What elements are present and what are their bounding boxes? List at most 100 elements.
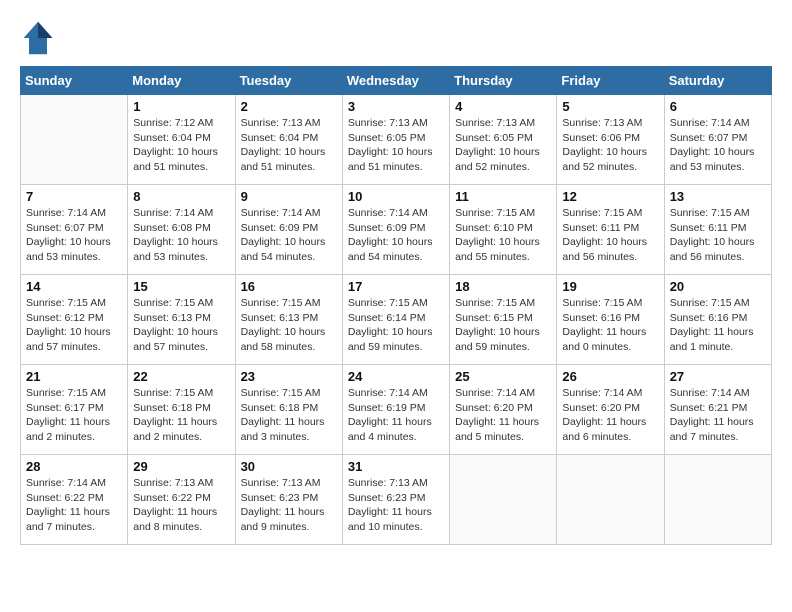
- day-info: Sunrise: 7:13 AM Sunset: 6:23 PM Dayligh…: [241, 476, 337, 535]
- day-info: Sunrise: 7:15 AM Sunset: 6:16 PM Dayligh…: [670, 296, 766, 355]
- day-number: 9: [241, 189, 337, 204]
- calendar-cell: 6 Sunrise: 7:14 AM Sunset: 6:07 PM Daylig…: [664, 95, 771, 185]
- day-info: Sunrise: 7:15 AM Sunset: 6:14 PM Dayligh…: [348, 296, 444, 355]
- calendar-cell: 13Sunrise: 7:15 AM Sunset: 6:11 PM Dayli…: [664, 185, 771, 275]
- day-number: 14: [26, 279, 122, 294]
- calendar-cell: 24 Sunrise: 7:14 AM Sunset: 6:19 PM Dayli…: [342, 365, 449, 455]
- week-row-2: 7 Sunrise: 7:14 AM Sunset: 6:07 PM Daylig…: [21, 185, 772, 275]
- calendar-cell: 7 Sunrise: 7:14 AM Sunset: 6:07 PM Daylig…: [21, 185, 128, 275]
- day-info: Sunrise: 7:14 AM Sunset: 6:21 PM Dayligh…: [670, 386, 766, 445]
- day-info: Sunrise: 7:15 AM Sunset: 6:17 PM Dayligh…: [26, 386, 122, 445]
- calendar-cell: 28 Sunrise: 7:14 AM Sunset: 6:22 PM Dayli…: [21, 455, 128, 545]
- day-info: Sunrise: 7:15 AM Sunset: 6:16 PM Dayligh…: [562, 296, 658, 355]
- calendar-cell: 22Sunrise: 7:15 AM Sunset: 6:18 PM Dayli…: [128, 365, 235, 455]
- calendar-cell: 9 Sunrise: 7:14 AM Sunset: 6:09 PM Daylig…: [235, 185, 342, 275]
- weekday-header-saturday: Saturday: [664, 67, 771, 95]
- calendar-cell: 30 Sunrise: 7:13 AM Sunset: 6:23 PM Dayli…: [235, 455, 342, 545]
- calendar-cell: 26 Sunrise: 7:14 AM Sunset: 6:20 PM Dayli…: [557, 365, 664, 455]
- calendar-cell: 16 Sunrise: 7:15 AM Sunset: 6:13 PM Dayli…: [235, 275, 342, 365]
- calendar-cell: 20Sunrise: 7:15 AM Sunset: 6:16 PM Dayli…: [664, 275, 771, 365]
- day-info: Sunrise: 7:14 AM Sunset: 6:07 PM Dayligh…: [26, 206, 122, 265]
- day-number: 5: [562, 99, 658, 114]
- day-info: Sunrise: 7:15 AM Sunset: 6:15 PM Dayligh…: [455, 296, 551, 355]
- calendar-cell: 8Sunrise: 7:14 AM Sunset: 6:08 PM Daylig…: [128, 185, 235, 275]
- day-number: 31: [348, 459, 444, 474]
- weekday-header-tuesday: Tuesday: [235, 67, 342, 95]
- day-info: Sunrise: 7:13 AM Sunset: 6:22 PM Dayligh…: [133, 476, 229, 535]
- week-row-3: 14Sunrise: 7:15 AM Sunset: 6:12 PM Dayli…: [21, 275, 772, 365]
- day-number: 3: [348, 99, 444, 114]
- day-number: 19: [562, 279, 658, 294]
- day-info: Sunrise: 7:13 AM Sunset: 6:05 PM Dayligh…: [348, 116, 444, 175]
- day-info: Sunrise: 7:14 AM Sunset: 6:07 PM Dayligh…: [670, 116, 766, 175]
- day-info: Sunrise: 7:15 AM Sunset: 6:13 PM Dayligh…: [133, 296, 229, 355]
- day-number: 16: [241, 279, 337, 294]
- weekday-header-friday: Friday: [557, 67, 664, 95]
- calendar-cell: [450, 455, 557, 545]
- day-info: Sunrise: 7:15 AM Sunset: 6:13 PM Dayligh…: [241, 296, 337, 355]
- day-info: Sunrise: 7:12 AM Sunset: 6:04 PM Dayligh…: [133, 116, 229, 175]
- calendar-cell: 23 Sunrise: 7:15 AM Sunset: 6:18 PM Dayli…: [235, 365, 342, 455]
- day-number: 17: [348, 279, 444, 294]
- calendar-cell: 27 Sunrise: 7:14 AM Sunset: 6:21 PM Dayli…: [664, 365, 771, 455]
- day-number: 1: [133, 99, 229, 114]
- day-info: Sunrise: 7:14 AM Sunset: 6:20 PM Dayligh…: [455, 386, 551, 445]
- day-info: Sunrise: 7:15 AM Sunset: 6:18 PM Dayligh…: [241, 386, 337, 445]
- day-number: 15: [133, 279, 229, 294]
- week-row-4: 21Sunrise: 7:15 AM Sunset: 6:17 PM Dayli…: [21, 365, 772, 455]
- day-info: Sunrise: 7:14 AM Sunset: 6:09 PM Dayligh…: [348, 206, 444, 265]
- calendar-cell: 3 Sunrise: 7:13 AM Sunset: 6:05 PM Daylig…: [342, 95, 449, 185]
- day-number: 27: [670, 369, 766, 384]
- day-number: 26: [562, 369, 658, 384]
- day-number: 24: [348, 369, 444, 384]
- calendar-cell: 12 Sunrise: 7:15 AM Sunset: 6:11 PM Dayli…: [557, 185, 664, 275]
- weekday-header-sunday: Sunday: [21, 67, 128, 95]
- weekday-header-thursday: Thursday: [450, 67, 557, 95]
- day-number: 30: [241, 459, 337, 474]
- calendar-cell: 11Sunrise: 7:15 AM Sunset: 6:10 PM Dayli…: [450, 185, 557, 275]
- day-info: Sunrise: 7:13 AM Sunset: 6:04 PM Dayligh…: [241, 116, 337, 175]
- day-info: Sunrise: 7:14 AM Sunset: 6:22 PM Dayligh…: [26, 476, 122, 535]
- day-info: Sunrise: 7:14 AM Sunset: 6:09 PM Dayligh…: [241, 206, 337, 265]
- day-number: 13: [670, 189, 766, 204]
- weekday-header-row: SundayMondayTuesdayWednesdayThursdayFrid…: [21, 67, 772, 95]
- week-row-1: 1 Sunrise: 7:12 AM Sunset: 6:04 PM Daylig…: [21, 95, 772, 185]
- day-number: 28: [26, 459, 122, 474]
- day-info: Sunrise: 7:14 AM Sunset: 6:20 PM Dayligh…: [562, 386, 658, 445]
- weekday-header-monday: Monday: [128, 67, 235, 95]
- calendar-cell: 19 Sunrise: 7:15 AM Sunset: 6:16 PM Dayli…: [557, 275, 664, 365]
- day-info: Sunrise: 7:14 AM Sunset: 6:19 PM Dayligh…: [348, 386, 444, 445]
- calendar-cell: [664, 455, 771, 545]
- calendar-cell: 29 Sunrise: 7:13 AM Sunset: 6:22 PM Dayli…: [128, 455, 235, 545]
- day-number: 23: [241, 369, 337, 384]
- day-number: 25: [455, 369, 551, 384]
- day-info: Sunrise: 7:13 AM Sunset: 6:23 PM Dayligh…: [348, 476, 444, 535]
- calendar-cell: 10 Sunrise: 7:14 AM Sunset: 6:09 PM Dayli…: [342, 185, 449, 275]
- calendar-cell: 18Sunrise: 7:15 AM Sunset: 6:15 PM Dayli…: [450, 275, 557, 365]
- day-number: 10: [348, 189, 444, 204]
- day-info: Sunrise: 7:13 AM Sunset: 6:06 PM Dayligh…: [562, 116, 658, 175]
- day-info: Sunrise: 7:13 AM Sunset: 6:05 PM Dayligh…: [455, 116, 551, 175]
- calendar-cell: 21Sunrise: 7:15 AM Sunset: 6:17 PM Dayli…: [21, 365, 128, 455]
- weekday-header-wednesday: Wednesday: [342, 67, 449, 95]
- calendar-cell: 17 Sunrise: 7:15 AM Sunset: 6:14 PM Dayli…: [342, 275, 449, 365]
- calendar-cell: 1 Sunrise: 7:12 AM Sunset: 6:04 PM Daylig…: [128, 95, 235, 185]
- calendar-cell: 15 Sunrise: 7:15 AM Sunset: 6:13 PM Dayli…: [128, 275, 235, 365]
- calendar-cell: 31 Sunrise: 7:13 AM Sunset: 6:23 PM Dayli…: [342, 455, 449, 545]
- day-number: 22: [133, 369, 229, 384]
- day-info: Sunrise: 7:14 AM Sunset: 6:08 PM Dayligh…: [133, 206, 229, 265]
- day-info: Sunrise: 7:15 AM Sunset: 6:11 PM Dayligh…: [562, 206, 658, 265]
- day-number: 4: [455, 99, 551, 114]
- calendar-table: SundayMondayTuesdayWednesdayThursdayFrid…: [20, 66, 772, 545]
- day-number: 12: [562, 189, 658, 204]
- calendar-cell: [21, 95, 128, 185]
- calendar-cell: 2 Sunrise: 7:13 AM Sunset: 6:04 PM Daylig…: [235, 95, 342, 185]
- day-number: 7: [26, 189, 122, 204]
- day-number: 29: [133, 459, 229, 474]
- day-number: 2: [241, 99, 337, 114]
- day-number: 11: [455, 189, 551, 204]
- logo: [20, 20, 62, 56]
- day-number: 6: [670, 99, 766, 114]
- calendar-cell: 25 Sunrise: 7:14 AM Sunset: 6:20 PM Dayli…: [450, 365, 557, 455]
- week-row-5: 28 Sunrise: 7:14 AM Sunset: 6:22 PM Dayli…: [21, 455, 772, 545]
